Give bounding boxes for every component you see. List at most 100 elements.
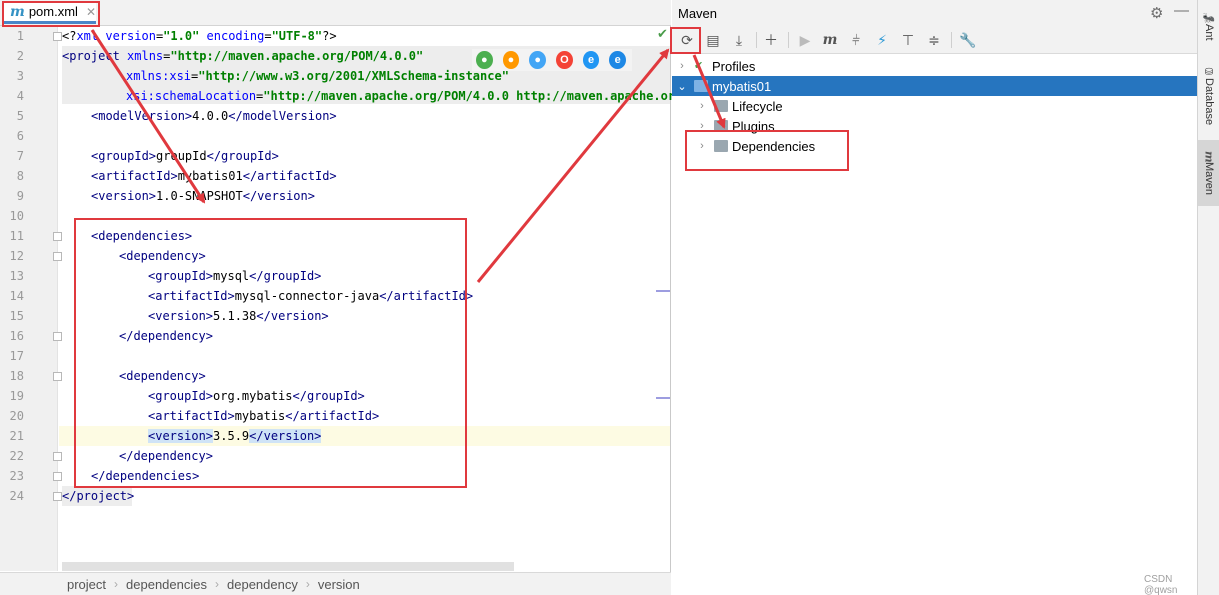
line-number: 7 <box>16 149 24 163</box>
database-icon: ⛁ <box>1203 66 1215 78</box>
line-number: 12 <box>9 249 24 263</box>
profiles-icon: ✔ <box>694 60 704 72</box>
line-number: 18 <box>9 369 24 383</box>
line-number: 10 <box>9 209 24 223</box>
tree-item-lifecycle[interactable]: › Lifecycle <box>672 96 1197 116</box>
skip-tests-icon[interactable]: ⫩ <box>845 30 867 50</box>
side-tab-label: Maven <box>1203 162 1215 196</box>
maven-project-icon <box>694 80 708 92</box>
code-line-5: <modelVersion>4.0.0</modelVersion> <box>91 109 337 123</box>
minimize-icon[interactable]: — <box>1174 2 1189 19</box>
chevron-down-icon[interactable]: ⌄ <box>676 80 688 93</box>
line-number: 17 <box>9 349 24 363</box>
fold-marker[interactable] <box>53 232 62 241</box>
add-icon[interactable]: ＋ <box>760 30 782 50</box>
side-tab-label: Ant <box>1203 23 1215 41</box>
toolbar-separator <box>788 32 789 48</box>
breadcrumb-item[interactable]: dependencies <box>126 577 207 592</box>
line-number: 5 <box>16 109 24 123</box>
fold-marker[interactable] <box>53 372 62 381</box>
inspection-ok-icon[interactable]: ✔ <box>657 26 668 42</box>
chevron-right-icon[interactable]: › <box>676 60 688 72</box>
tree-item-label: mybatis01 <box>712 78 772 94</box>
code-line-1: <?xml version="1.0" encoding="UTF-8"?> <box>62 29 337 43</box>
code-line-2: <project xmlns="http://maven.apache.org/… <box>62 49 424 63</box>
line-number: 8 <box>16 169 24 183</box>
line-number: 23 <box>9 469 24 483</box>
right-tool-strip: 🐜 Ant ⛁ Database m Maven <box>1197 0 1219 595</box>
line-number: 4 <box>16 89 24 103</box>
tree-item-label: Lifecycle <box>732 98 783 114</box>
line-number: 19 <box>9 389 24 403</box>
panel-title: Maven <box>678 5 718 21</box>
offline-icon[interactable]: ⚡ <box>871 30 893 50</box>
line-number: 14 <box>9 289 24 303</box>
fold-marker[interactable] <box>53 452 62 461</box>
line-number: 20 <box>9 409 24 423</box>
line-number: 13 <box>9 269 24 283</box>
line-number: 2 <box>16 49 24 63</box>
code-line-9: <version>1.0-SNAPSHOT</version> <box>91 189 315 203</box>
toolbar-separator <box>756 32 757 48</box>
code-line-24: </project> <box>62 489 135 503</box>
breadcrumb-item[interactable]: version <box>318 577 360 592</box>
tree-item-profiles[interactable]: › ✔ Profiles <box>672 56 1197 76</box>
download-icon[interactable]: ⤓ <box>728 30 750 50</box>
chevron-right-icon: › <box>114 577 119 591</box>
execute-goal-icon[interactable]: m <box>819 30 841 50</box>
line-number: 9 <box>16 189 24 203</box>
line-number: 21 <box>9 429 24 443</box>
annotation-box-dependencies-code <box>74 218 467 488</box>
side-tab-database[interactable]: ⛁ Database <box>1198 60 1219 132</box>
edge-icon[interactable]: e <box>609 51 627 69</box>
settings-wrench-icon[interactable]: 🔧 <box>957 30 979 50</box>
scroll-marker <box>656 397 670 399</box>
firefox-icon[interactable]: ● <box>502 51 520 69</box>
generate-sources-icon[interactable]: ▤ <box>702 30 724 50</box>
line-number: 16 <box>9 329 24 343</box>
breadcrumb: project › dependencies › dependency › ve… <box>0 572 671 595</box>
fold-marker[interactable] <box>53 472 62 481</box>
code-line-8: <artifactId>mybatis01</artifactId> <box>91 169 337 183</box>
horizontal-scrollbar[interactable] <box>62 562 514 571</box>
run-icon[interactable]: ▶ <box>794 30 816 50</box>
fold-marker[interactable] <box>53 492 62 501</box>
fold-marker[interactable] <box>53 32 62 41</box>
collapse-icon[interactable]: ≑ <box>923 30 945 50</box>
line-number: 15 <box>9 309 24 323</box>
maven-tool-window: Maven ⚙ — ⟳ ▤ ⤓ ＋ ▶ m ⫩ ⚡ ⊤ ≑ 🔧 › ✔ Prof… <box>672 0 1197 595</box>
chrome-icon[interactable]: ● <box>476 51 493 69</box>
code-line-4: xsi:schemaLocation="http://maven.apache.… <box>126 89 690 103</box>
side-tab-maven[interactable]: m Maven <box>1198 140 1219 206</box>
folder-icon <box>714 100 728 112</box>
editor-tab-bar: m pom.xml ✕ <box>0 0 671 26</box>
chevron-right-icon[interactable]: › <box>696 100 708 112</box>
annotation-box-dependencies-node <box>685 130 849 171</box>
breadcrumb-item[interactable]: project <box>67 577 106 592</box>
safari-icon[interactable]: ● <box>529 51 547 69</box>
maven-header: Maven ⚙ — <box>672 0 1197 26</box>
side-tab-ant[interactable]: 🐜 Ant <box>1198 4 1219 48</box>
chevron-right-icon: › <box>215 577 219 591</box>
fold-marker[interactable] <box>53 252 62 261</box>
fold-marker[interactable] <box>53 332 62 341</box>
show-dependencies-icon[interactable]: ⊤ <box>897 30 919 50</box>
tree-item-project[interactable]: ⌄ mybatis01 <box>672 76 1197 96</box>
line-number-gutter[interactable]: 1 2 3 4 5 6 7 8 9 10 11 12 13 14 15 16 1… <box>0 26 62 571</box>
code-line-7: <groupId>groupId</groupId> <box>91 149 279 163</box>
side-tab-label: Database <box>1203 77 1215 126</box>
gear-icon[interactable]: ⚙ <box>1150 4 1163 22</box>
ant-icon: 🐜 <box>1203 11 1215 24</box>
breadcrumb-item[interactable]: dependency <box>227 577 298 592</box>
opera-icon[interactable]: O <box>556 51 573 69</box>
maven-m-icon: m <box>1202 150 1216 163</box>
open-in-browser-bar: ● ● ● O e e <box>472 49 632 71</box>
maven-toolbar: ⟳ ▤ ⤓ ＋ ▶ m ⫩ ⚡ ⊤ ≑ 🔧 <box>672 26 1197 54</box>
line-number: 6 <box>16 129 24 143</box>
annotation-box-tab <box>2 1 100 27</box>
chevron-right-icon: › <box>305 577 310 591</box>
line-number: 1 <box>16 29 24 43</box>
toolbar-separator <box>951 32 952 48</box>
ie-icon[interactable]: e <box>582 51 600 69</box>
code-line-3: xmlns:xsi="http://www.w3.org/2001/XMLSch… <box>126 69 509 83</box>
